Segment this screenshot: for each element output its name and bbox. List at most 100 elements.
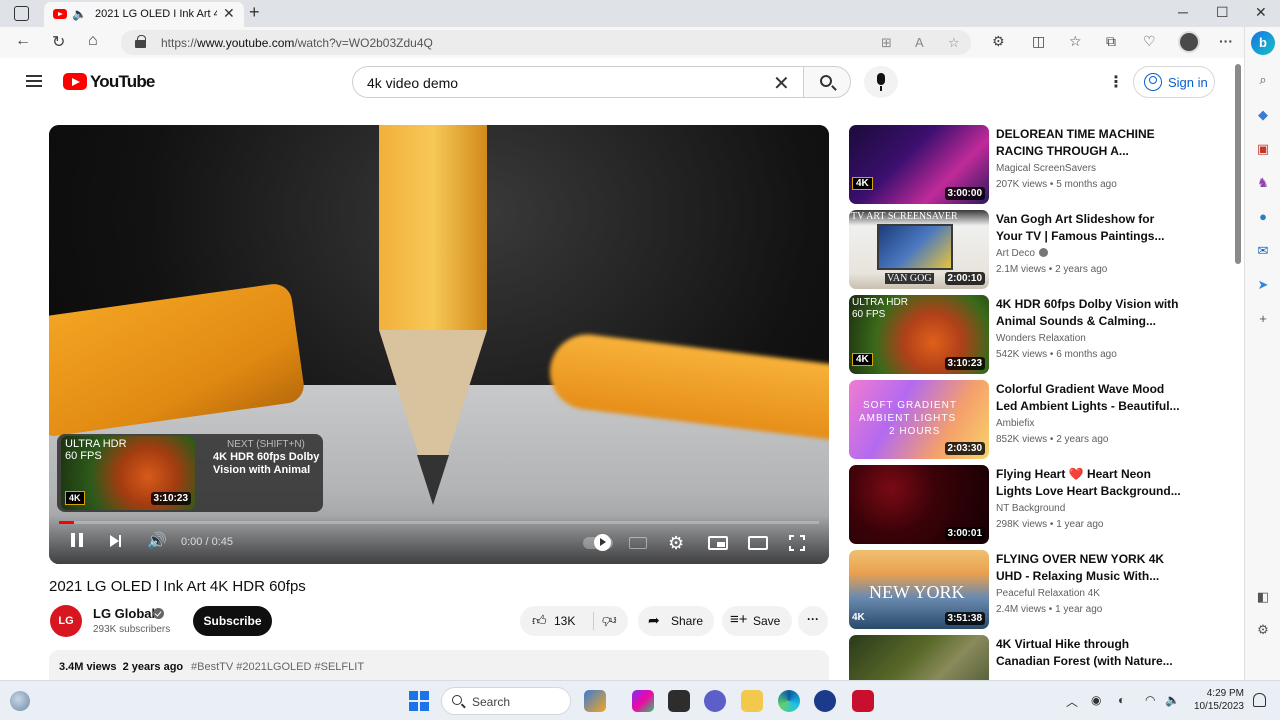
- sidebar-layout-icon[interactable]: ◧: [1255, 589, 1271, 605]
- taskbar-app-teams-icon[interactable]: [704, 690, 726, 712]
- recommendation-channel[interactable]: Art Deco: [996, 248, 1048, 259]
- arrow-left-icon[interactable]: ←: [15, 32, 31, 50]
- favorite-star-icon[interactable]: ☆: [948, 35, 960, 51]
- channel-avatar[interactable]: LG: [50, 605, 82, 637]
- close-tab-icon[interactable]: ✕: [223, 5, 235, 22]
- taskbar-clock[interactable]: 4:29 PM 10/15/2023: [1192, 687, 1244, 713]
- recommendation-item[interactable]: 3:00:01 Flying Heart ❤️ Heart Neon Light…: [849, 465, 1234, 545]
- recommendation-item[interactable]: TV ART SCREENSAVER VAN GOG 2:00:10 Van G…: [849, 210, 1234, 290]
- recommendation-thumbnail[interactable]: 4K 3:00:00: [849, 125, 989, 204]
- sidebar-outlook-icon[interactable]: ✉: [1255, 243, 1271, 259]
- taskbar-app-file-explorer-icon[interactable]: [741, 690, 763, 712]
- theater-mode-button[interactable]: [748, 536, 768, 550]
- miniplayer-button[interactable]: [708, 536, 728, 550]
- recommendation-item[interactable]: 4K Virtual Hike through Canadian Forest …: [849, 635, 1234, 680]
- hashtags[interactable]: #BestTV #2021LGOLED #SELFLIT: [191, 661, 364, 673]
- search-button[interactable]: [803, 66, 851, 98]
- recommendation-thumbnail[interactable]: SOFT GRADIENT AMBIENT LIGHTS 2 HOURS 2:0…: [849, 380, 989, 459]
- sidebar-settings-icon[interactable]: ⚙: [1255, 622, 1271, 638]
- share-button[interactable]: ➦ Share: [638, 606, 714, 636]
- new-tab-icon[interactable]: +: [249, 2, 260, 23]
- lock-icon[interactable]: [135, 35, 146, 48]
- sidebar-tag-icon[interactable]: ◆: [1255, 107, 1271, 123]
- subtitles-button[interactable]: [629, 537, 647, 549]
- recommendation-item[interactable]: ULTRA HDR 60 FPS 4K 3:10:23 4K HDR 60fps…: [849, 295, 1234, 375]
- profile-avatar[interactable]: [1178, 31, 1200, 53]
- sidebar-tools-icon[interactable]: ▣: [1255, 141, 1271, 157]
- close-window-icon[interactable]: ✕: [1255, 4, 1267, 21]
- taskbar-app-edge-icon[interactable]: [778, 690, 800, 712]
- recommendation-title[interactable]: 4K Virtual Hike through Canadian Forest …: [996, 636, 1181, 670]
- description-box[interactable]: 3.4M views 2 years ago #BestTV #2021LGOL…: [49, 650, 829, 680]
- refresh-icon[interactable]: ↻: [52, 32, 65, 52]
- recommendation-channel[interactable]: NT Background: [996, 503, 1065, 514]
- recommendation-title[interactable]: 4K HDR 60fps Dolby Vision with Animal So…: [996, 296, 1181, 330]
- thumbs-up-icon[interactable]: 👍︎: [532, 612, 547, 629]
- home-icon[interactable]: ⌂: [88, 32, 98, 50]
- channel-name[interactable]: LG Global: [93, 606, 155, 621]
- tray-defender-icon[interactable]: ◉: [1091, 693, 1101, 707]
- search-input[interactable]: 4k video demo ✕: [352, 66, 803, 98]
- speaker-icon[interactable]: 🔈: [72, 7, 87, 21]
- settings-gear-icon[interactable]: ⚙: [668, 533, 684, 554]
- sidebar-add-icon[interactable]: +: [1255, 311, 1271, 327]
- recommendation-channel[interactable]: Magical ScreenSavers: [996, 163, 1096, 174]
- address-bar[interactable]: https://www.youtube.com/watch?v=WO2b03Zd…: [121, 30, 971, 55]
- subscribe-button[interactable]: Subscribe: [193, 606, 272, 636]
- sidebar-search-icon[interactable]: ⌕: [1255, 72, 1271, 88]
- extensions-icon[interactable]: ⚙: [992, 33, 1005, 50]
- widgets-icon[interactable]: [10, 691, 30, 711]
- recommendation-title[interactable]: Colorful Gradient Wave Mood Led Ambient …: [996, 381, 1181, 415]
- bing-copilot-icon[interactable]: b: [1251, 31, 1275, 55]
- favorites-icon[interactable]: ☆: [1069, 33, 1082, 50]
- maximize-icon[interactable]: ☐: [1216, 4, 1229, 21]
- taskbar-app-terminal-icon[interactable]: [668, 690, 690, 712]
- save-button[interactable]: ≡+ Save: [722, 606, 792, 636]
- recommendation-thumbnail[interactable]: 3:00:01: [849, 465, 989, 544]
- app-available-icon[interactable]: ⊞: [881, 35, 892, 51]
- up-next-thumbnail[interactable]: ULTRA HDR 60 FPS 4K 3:10:23: [61, 436, 195, 510]
- tray-wifi-icon[interactable]: ◠: [1145, 693, 1155, 707]
- tray-chevron-icon[interactable]: ︿: [1066, 693, 1078, 710]
- browser-tab-youtube[interactable]: 🔈 2021 LG OLED I Ink Art 4K H ✕: [44, 2, 244, 27]
- pause-button[interactable]: [71, 533, 83, 547]
- sign-in-button[interactable]: Sign in: [1133, 66, 1215, 98]
- fullscreen-button[interactable]: [789, 535, 805, 551]
- more-options-icon[interactable]: ⋮: [1108, 72, 1124, 92]
- volume-icon[interactable]: 🔊: [147, 531, 167, 551]
- scrollbar-thumb[interactable]: [1235, 64, 1241, 264]
- taskbar-app-game-icon[interactable]: [584, 690, 606, 712]
- taskbar-app-settings-icon[interactable]: [814, 690, 836, 712]
- thumbs-down-icon[interactable]: 👍︎: [602, 612, 617, 629]
- read-aloud-icon[interactable]: A: [915, 35, 924, 50]
- minimize-icon[interactable]: ─: [1178, 4, 1188, 20]
- recommendation-thumbnail[interactable]: [849, 635, 989, 680]
- recommendation-thumbnail[interactable]: ULTRA HDR 60 FPS 4K 3:10:23: [849, 295, 989, 374]
- menu-icon[interactable]: [26, 75, 42, 87]
- recommendation-item[interactable]: NEW YORK 4K 3:51:38 FLYING OVER NEW YORK…: [849, 550, 1234, 630]
- voice-search-button[interactable]: [864, 66, 898, 98]
- recommendation-item[interactable]: 4K 3:00:00 DELOREAN TIME MACHINE RACING …: [849, 125, 1234, 205]
- recommendation-thumbnail[interactable]: TV ART SCREENSAVER VAN GOG 2:00:10: [849, 210, 989, 289]
- recommendation-channel[interactable]: Peaceful Relaxation 4K: [996, 588, 1100, 599]
- recommendation-thumbnail[interactable]: NEW YORK 4K 3:51:38: [849, 550, 989, 629]
- recommendation-channel[interactable]: Wonders Relaxation: [996, 333, 1086, 344]
- browser-essentials-icon[interactable]: ♡: [1143, 33, 1156, 50]
- workspaces-icon[interactable]: [14, 6, 29, 21]
- start-button[interactable]: [409, 691, 429, 711]
- split-screen-icon[interactable]: ◫: [1032, 33, 1045, 50]
- url-text[interactable]: https://www.youtube.com/watch?v=WO2b03Zd…: [161, 36, 433, 50]
- tray-app-icon[interactable]: ◐: [1118, 693, 1125, 707]
- settings-more-icon[interactable]: ···: [1219, 33, 1233, 49]
- recommendation-title[interactable]: FLYING OVER NEW YORK 4K UHD - Relaxing M…: [996, 551, 1181, 585]
- autoplay-toggle[interactable]: [583, 534, 613, 551]
- taskbar-app-access-icon[interactable]: [852, 690, 874, 712]
- recommendation-title[interactable]: DELOREAN TIME MACHINE RACING THROUGH A..…: [996, 126, 1181, 160]
- clear-search-icon[interactable]: ✕: [773, 71, 790, 96]
- youtube-logo-icon[interactable]: [63, 73, 87, 90]
- sidebar-games-icon[interactable]: ♞: [1255, 175, 1271, 191]
- taskbar-app-copilot-icon[interactable]: [632, 690, 654, 712]
- progress-bar[interactable]: [59, 521, 819, 524]
- sidebar-microsoft365-icon[interactable]: ●: [1255, 209, 1271, 225]
- up-next-card[interactable]: ULTRA HDR 60 FPS 4K 3:10:23 NEXT (SHIFT+N…: [57, 434, 323, 512]
